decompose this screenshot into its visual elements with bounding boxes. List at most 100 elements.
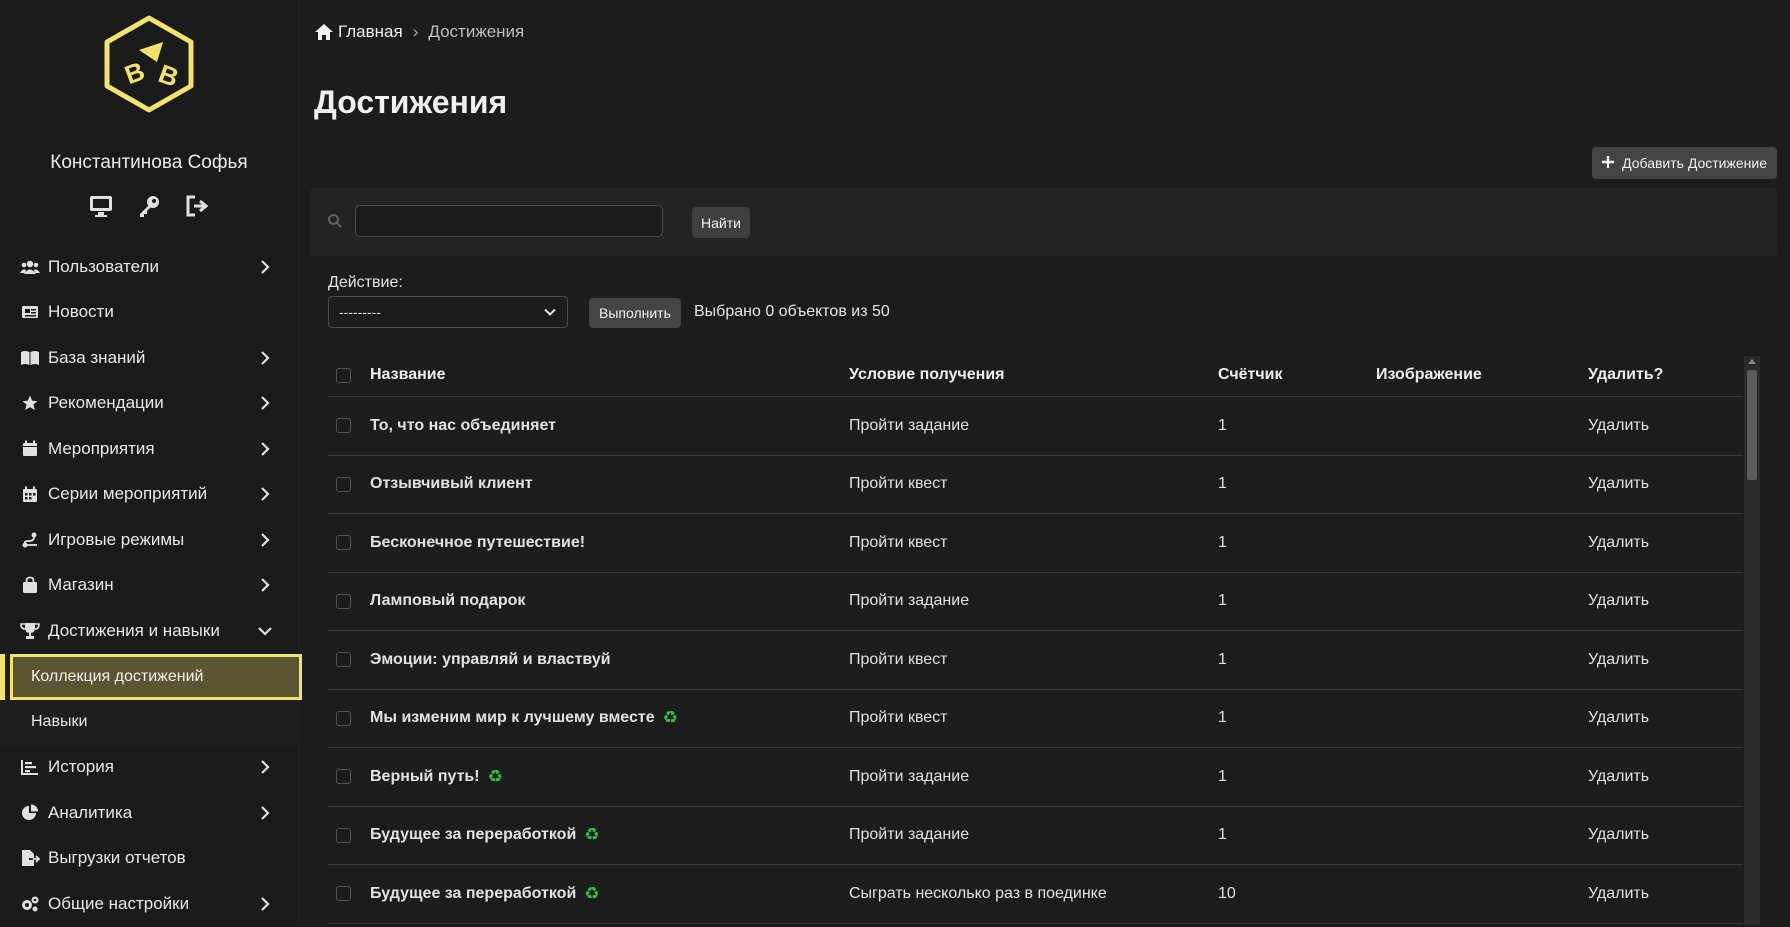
sidebar-item-analytics[interactable]: Аналитика xyxy=(0,790,298,836)
delete-link[interactable]: Удалить xyxy=(1588,885,1743,903)
achievement-name-link[interactable]: То, что нас объединяет xyxy=(370,417,556,435)
achievement-name-cell: Мы изменим мир к лучшему вместе ♻ xyxy=(370,708,849,728)
delete-link[interactable]: Удалить xyxy=(1588,709,1743,727)
row-checkbox[interactable] xyxy=(336,652,351,668)
logo[interactable]: B B xyxy=(99,14,199,114)
sidebar-item-recommendations[interactable]: Рекомендации xyxy=(0,381,298,427)
recycle-icon: ♻ xyxy=(662,708,678,728)
chevron-right-icon xyxy=(256,576,274,594)
home-icon[interactable] xyxy=(314,23,334,41)
table-row: Верный путь! ♻ Пройти задание 1 Удалить xyxy=(328,748,1743,807)
delete-link[interactable]: Удалить xyxy=(1588,651,1743,669)
achievement-name-link[interactable]: Бесконечное путешествие! xyxy=(370,534,585,552)
select-all-checkbox[interactable] xyxy=(336,367,351,383)
svg-text:B: B xyxy=(155,58,183,93)
achievement-name-link[interactable]: Будущее за переработкой xyxy=(370,826,576,844)
row-select-cell xyxy=(328,418,370,434)
delete-link[interactable]: Удалить xyxy=(1588,534,1743,552)
sidebar-item-shop[interactable]: Магазин xyxy=(0,563,298,609)
sidebar-item-label: Аналитика xyxy=(48,802,133,822)
achievement-name-link[interactable]: Мы изменим мир к лучшему вместе xyxy=(370,709,655,727)
sidebar-item-achievements[interactable]: Достижения и навыки xyxy=(0,608,298,654)
achievement-counter: 1 xyxy=(1218,416,1227,434)
run-action-button[interactable]: Выполнить xyxy=(589,298,681,328)
search-input[interactable] xyxy=(355,205,663,237)
achievement-name-link[interactable]: Будущее за переработкой xyxy=(370,885,576,903)
chevron-right-icon xyxy=(256,440,274,458)
sidebar-item-news[interactable]: Новости xyxy=(0,290,298,336)
row-select-cell xyxy=(328,593,370,609)
delete-link[interactable]: Удалить xyxy=(1588,475,1743,493)
delete-link[interactable]: Удалить xyxy=(1588,417,1743,435)
monitor-icon[interactable] xyxy=(88,193,114,219)
delete-link[interactable]: Удалить xyxy=(1588,826,1743,844)
newspaper-icon xyxy=(20,303,40,321)
main-content: Главная › Достижения Достижения Добавить… xyxy=(298,0,1790,925)
delete-link[interactable]: Удалить xyxy=(1588,592,1743,610)
sidebar-item-game-modes[interactable]: Игровые режимы xyxy=(0,517,298,563)
scroll-up-arrow[interactable] xyxy=(1748,359,1756,364)
sidebar-subitem-achievement-collection[interactable]: Коллекция достижений xyxy=(0,653,302,700)
add-achievement-button[interactable]: Добавить Достижение xyxy=(1592,147,1777,179)
row-select-cell xyxy=(328,710,370,726)
column-header-name[interactable]: Название xyxy=(370,366,849,384)
sidebar-item-general-settings[interactable]: Общие настройки xyxy=(0,881,298,927)
sidebar-subitem-skills[interactable]: Навыки xyxy=(0,699,298,745)
column-header-counter[interactable]: Счётчик xyxy=(1218,366,1376,384)
search-bar: Найти xyxy=(310,188,1777,256)
recycle-icon: ♻ xyxy=(584,883,600,903)
row-checkbox[interactable] xyxy=(336,593,351,609)
sidebar-item-users[interactable]: Пользователи xyxy=(0,244,298,290)
scrollbar-thumb[interactable] xyxy=(1747,370,1757,480)
achievement-name-cell: Эмоции: управляй и властвуй xyxy=(370,651,849,669)
row-checkbox[interactable] xyxy=(336,886,351,902)
pie-chart-icon xyxy=(20,804,40,822)
achievement-counter: 10 xyxy=(1218,884,1236,902)
sidebar-item-report-exports[interactable]: Выгрузки отчетов xyxy=(0,836,298,882)
route-icon xyxy=(20,531,40,549)
row-select-cell xyxy=(328,652,370,668)
achievement-condition: Пройти задание xyxy=(849,767,970,785)
search-button[interactable]: Найти xyxy=(692,207,750,238)
user-name: Константинова Софья xyxy=(50,152,248,173)
key-icon[interactable] xyxy=(136,193,162,219)
column-header-image[interactable]: Изображение xyxy=(1376,366,1588,384)
selected-count: Выбрано 0 объектов из 50 xyxy=(694,303,890,320)
row-checkbox[interactable] xyxy=(336,710,351,726)
sidebar-item-label: Общие настройки xyxy=(48,893,190,913)
logout-icon[interactable] xyxy=(184,193,210,219)
user-actions xyxy=(0,193,298,219)
chevron-right-icon xyxy=(256,804,274,822)
breadcrumb-separator: › xyxy=(412,22,419,41)
row-select-cell xyxy=(328,476,370,492)
achievement-condition: Пройти квест xyxy=(849,533,948,551)
sidebar-item-knowledge-base[interactable]: База знаний xyxy=(0,335,298,381)
sidebar-item-event-series[interactable]: Серии мероприятий xyxy=(0,472,298,518)
delete-link[interactable]: Удалить xyxy=(1588,768,1743,786)
row-checkbox[interactable] xyxy=(336,827,351,843)
row-checkbox[interactable] xyxy=(336,769,351,785)
achievement-counter: 1 xyxy=(1218,475,1227,493)
select-all-cell xyxy=(328,367,370,383)
trophy-icon xyxy=(20,622,40,640)
achievement-name-link[interactable]: Отзывчивый клиент xyxy=(370,475,533,493)
sidebar-nav: Пользователи Новости База знаний Рекомен… xyxy=(0,244,302,927)
row-checkbox[interactable] xyxy=(336,535,351,551)
table-row: Будущее за переработкой ♻ Сыграть нескольк… xyxy=(328,865,1743,924)
achievement-condition: Пройти задание xyxy=(849,592,970,610)
achievement-name-link[interactable]: Эмоции: управляй и властвуй xyxy=(370,651,611,669)
table-row: То, что нас объединяет Пройти задание 1 Уда… xyxy=(328,397,1743,456)
achievement-counter: 1 xyxy=(1218,826,1227,844)
sidebar-item-label: История xyxy=(48,757,114,777)
sidebar-item-events[interactable]: Мероприятия xyxy=(0,426,298,472)
achievement-name-link[interactable]: Ламповый подарок xyxy=(370,592,525,610)
breadcrumb-home-link[interactable]: Главная xyxy=(338,22,403,42)
action-select[interactable]: --------- xyxy=(328,296,568,328)
column-header-condition[interactable]: Условие получения xyxy=(849,366,1218,384)
action-select-value: --------- xyxy=(339,304,381,320)
table-scrollbar[interactable] xyxy=(1744,356,1760,925)
achievement-name-link[interactable]: Верный путь! xyxy=(370,768,480,786)
row-checkbox[interactable] xyxy=(336,418,351,434)
sidebar-item-history[interactable]: История xyxy=(0,745,298,791)
row-checkbox[interactable] xyxy=(336,476,351,492)
